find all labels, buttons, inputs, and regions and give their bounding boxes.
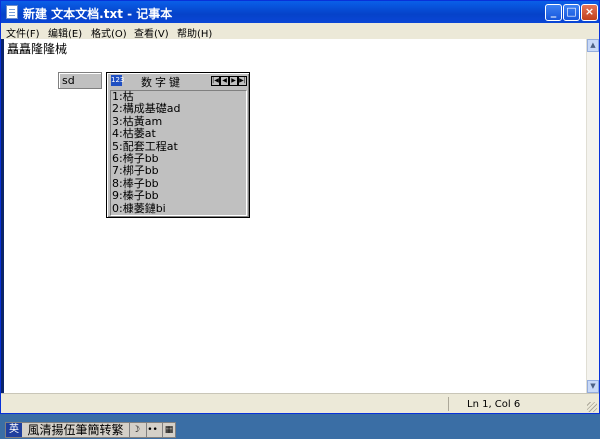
cursor-position: Ln 1, Col 6	[467, 399, 521, 410]
ime-composition-box: sd	[58, 72, 102, 89]
document-text: 矗矗隆隆械	[7, 42, 68, 56]
scroll-up-arrow-icon[interactable]: ▲	[587, 39, 599, 52]
candidate-item[interactable]: 9:榛子bb	[111, 189, 246, 202]
first-page-button[interactable]: |◀	[211, 76, 220, 86]
soft-keyboard-icon[interactable]: ▦	[162, 423, 175, 437]
candidate-item[interactable]: 0:槺萎鏈bi	[111, 202, 246, 215]
ime-name-label[interactable]: 風清揚伍筆簡转繁	[26, 423, 126, 437]
menu-file[interactable]: 文件(F)	[6, 25, 40, 40]
candidate-item[interactable]: 2:構成基礎ad	[111, 103, 246, 115]
next-page-button[interactable]: ▶	[229, 76, 238, 86]
text-editor[interactable]: 矗矗隆隆械	[4, 39, 586, 393]
vertical-scrollbar[interactable]: ▲ ▼	[586, 39, 599, 393]
menu-bar: 文件(F) 编辑(E) 格式(O) 查看(V) 帮助(H)	[1, 23, 599, 40]
last-page-button[interactable]: ▶|	[238, 76, 247, 86]
ime-language-toggle[interactable]: 英	[6, 423, 22, 437]
prev-page-button[interactable]: ◀	[220, 76, 229, 86]
scroll-down-arrow-icon[interactable]: ▼	[587, 380, 599, 393]
window-title: 新建 文本文档.txt - 记事本	[23, 7, 173, 21]
close-button[interactable]: ×	[581, 4, 598, 21]
candidate-mode-label: 数字键	[141, 76, 183, 89]
title-bar[interactable]: 新建 文本文档.txt - 记事本 _ □ ×	[1, 1, 599, 23]
ime-status-bar: 英 風清揚伍筆簡转繁 ☽ •• ▦	[5, 422, 177, 438]
menu-edit[interactable]: 编辑(E)	[48, 25, 82, 40]
punctuation-icon[interactable]: ••	[145, 423, 159, 437]
candidate-header: 123 数字键 |◀ ◀ ▶ ▶|	[109, 74, 247, 89]
number-keys-icon: 123	[111, 75, 125, 86]
notepad-icon	[6, 5, 18, 19]
status-bar: Ln 1, Col 6	[1, 393, 599, 413]
candidate-item[interactable]: 4:枯萎at	[111, 127, 246, 140]
menu-format[interactable]: 格式(O)	[91, 25, 127, 40]
maximize-button[interactable]: □	[563, 4, 580, 21]
notepad-window: 新建 文本文档.txt - 记事本 _ □ × 文件(F) 编辑(E) 格式(O…	[0, 0, 600, 414]
resize-grip-icon[interactable]	[587, 402, 597, 412]
ime-candidate-window: 123 数字键 |◀ ◀ ▶ ▶| 1:枯 2:構成基礎ad 3:枯黃am 4:…	[106, 72, 250, 218]
candidate-list: 1:枯 2:構成基礎ad 3:枯黃am 4:枯萎at 5:配套工程at 6:椅子…	[110, 90, 247, 216]
half-width-icon[interactable]: ☽	[129, 423, 142, 437]
status-divider	[448, 397, 449, 411]
menu-view[interactable]: 查看(V)	[134, 25, 169, 40]
menu-help[interactable]: 帮助(H)	[177, 25, 212, 40]
minimize-button[interactable]: _	[545, 4, 562, 21]
candidate-item[interactable]: 7:梆子bb	[111, 165, 246, 177]
